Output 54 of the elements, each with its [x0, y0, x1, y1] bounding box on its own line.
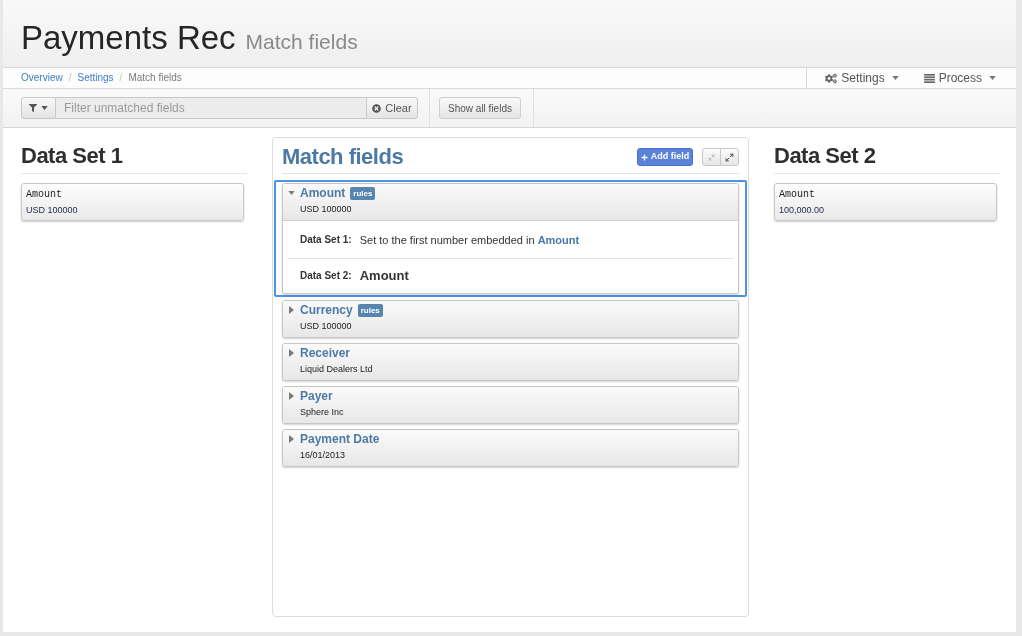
field-value: USD 100000 — [300, 320, 352, 333]
expand-all-button[interactable] — [720, 148, 739, 166]
rules-badge: rules — [357, 303, 383, 317]
field-name: Amount — [779, 188, 816, 202]
panel-title: Match fields — [282, 145, 404, 169]
field-value: USD 100000 — [300, 203, 352, 216]
source-field-card[interactable]: Amount USD 100000 — [21, 183, 244, 221]
list-icon — [923, 73, 935, 83]
field-value: USD 100000 — [26, 204, 79, 216]
breadcrumb-separator: / — [118, 72, 124, 84]
page-subtitle: Match fields — [245, 30, 358, 54]
field-card[interactable]: Payment Date 16/01/2013 — [282, 429, 739, 467]
filter-input[interactable]: Filter unmatched fields — [56, 97, 366, 119]
show-all-fields-button[interactable]: Show all fields — [439, 97, 521, 119]
clear-button[interactable]: Clear — [366, 97, 418, 119]
expand-arrows-icon — [725, 152, 734, 162]
field-name: Payer — [300, 388, 333, 404]
add-field-button[interactable]: Add field — [637, 148, 693, 166]
page-title: Payments Rec — [21, 20, 236, 56]
field-value: Liquid Dealers Ltd — [300, 363, 373, 376]
caret-down-icon — [41, 106, 48, 110]
source-field-card[interactable]: Amount 100,000.00 — [774, 183, 997, 221]
field-name: Receiver — [300, 345, 351, 361]
field-card[interactable]: Amount rules USD 100000 Data Set 1: Set to the first number embedded in Amount Data Set 2: Amount — [274, 180, 747, 297]
breadcrumb-link[interactable]: Settings — [77, 72, 114, 84]
settings-menu[interactable]: Settings — [825, 71, 899, 85]
field-value: 16/01/2013 — [300, 449, 346, 462]
mapping-field-name: Amount — [359, 268, 409, 284]
data-set-title: Data Set 2 — [774, 144, 877, 168]
mapping-label: Data Set 1: — [300, 233, 352, 246]
field-name: Currency — [300, 302, 353, 318]
mapping-rule-text: Set to the first number embedded in Amount — [359, 232, 580, 247]
field-name: Amount — [300, 185, 346, 201]
compress-arrows-icon — [707, 152, 716, 162]
data-set-title: Data Set 1 — [21, 144, 124, 168]
field-name: Payment Date — [300, 431, 380, 447]
field-card[interactable]: Currency rules USD 100000 — [282, 300, 739, 338]
plus-icon — [640, 153, 648, 161]
filter-icon — [29, 104, 37, 112]
rules-badge: rules — [350, 186, 376, 200]
caret-down-icon — [891, 76, 899, 80]
field-card[interactable]: Payer Sphere Inc — [282, 386, 739, 424]
field-card[interactable]: Receiver Liquid Dealers Ltd — [282, 343, 739, 381]
field-value: Sphere Inc — [300, 406, 344, 419]
field-value: 100,000.00 — [779, 204, 826, 216]
breadcrumb-separator: / — [67, 72, 73, 84]
breadcrumb-link[interactable]: Overview — [21, 72, 63, 84]
breadcrumb-current: Match fields — [128, 72, 182, 84]
field-name: Amount — [26, 188, 63, 202]
caret-down-icon — [989, 76, 996, 80]
mapping-label: Data Set 2: — [300, 270, 352, 282]
gears-icon — [825, 72, 838, 84]
process-menu[interactable]: Process — [923, 71, 996, 85]
filter-menu-button[interactable] — [21, 97, 56, 119]
